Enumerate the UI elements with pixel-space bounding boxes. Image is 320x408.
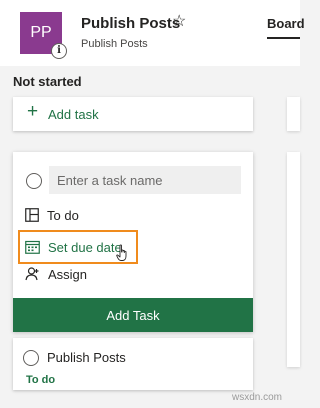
- info-icon[interactable]: i: [51, 43, 67, 59]
- assign-label: Assign: [48, 266, 88, 282]
- assign-picker[interactable]: Assign: [25, 264, 87, 284]
- bucket-icon: [25, 208, 39, 222]
- plan-title: Publish Posts: [81, 15, 181, 32]
- bucket-label: To do: [47, 207, 79, 223]
- task-title: Publish Posts: [47, 350, 126, 365]
- next-bucket-card-partial-lower: [287, 152, 300, 367]
- active-tab-indicator: [267, 37, 300, 39]
- task-bucket-label: To do: [26, 374, 56, 386]
- tab-board[interactable]: Board: [267, 16, 305, 31]
- complete-circle-icon[interactable]: [26, 173, 42, 189]
- plan-header: PP i Publish Posts ☆ Publish Posts Board: [0, 0, 305, 66]
- due-date-label: Set due date: [48, 239, 122, 255]
- bucket-title[interactable]: Not started: [13, 74, 82, 89]
- plan-subtitle[interactable]: Publish Posts: [81, 38, 148, 50]
- add-task-label: Add task: [48, 107, 99, 122]
- assign-person-icon: [25, 267, 39, 281]
- calendar-icon: [25, 240, 40, 254]
- bucket-picker[interactable]: To do: [25, 205, 79, 225]
- add-task-button-top[interactable]: + Add task: [13, 97, 253, 131]
- task-card[interactable]: Publish Posts To do: [13, 338, 253, 390]
- plus-icon: +: [27, 101, 39, 122]
- add-task-submit-button[interactable]: Add Task: [13, 298, 253, 332]
- next-bucket-card-partial: [287, 97, 300, 131]
- avatar-initials: PP: [30, 24, 52, 41]
- star-icon[interactable]: ☆: [172, 12, 186, 32]
- watermark: wsxdn.com: [232, 392, 283, 403]
- complete-circle-icon[interactable]: [23, 350, 39, 366]
- new-task-card: To do Set due date Assign Add Task: [13, 152, 253, 332]
- hand-cursor-icon: [116, 244, 127, 261]
- task-name-input[interactable]: [49, 166, 241, 194]
